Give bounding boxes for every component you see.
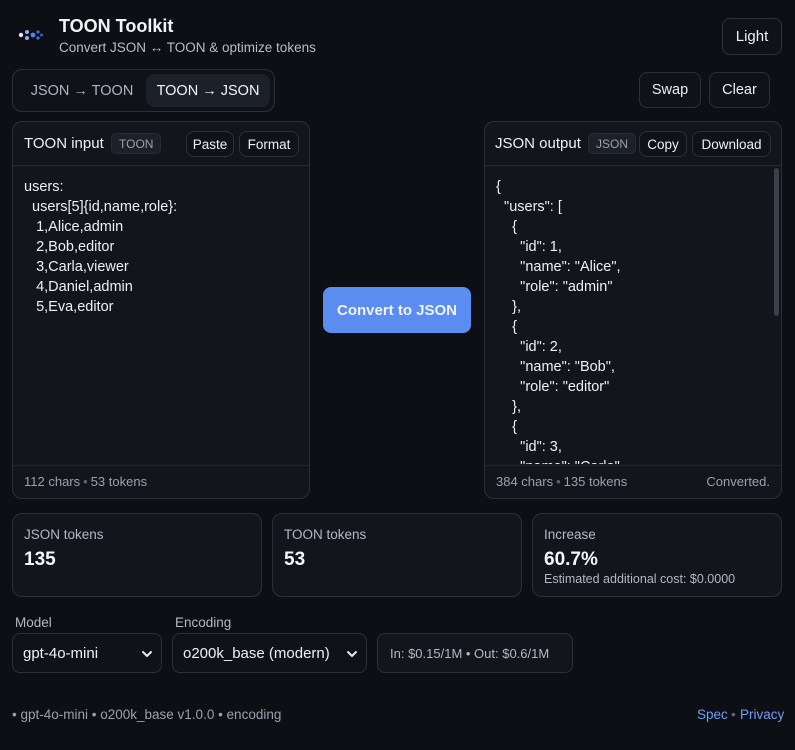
input-stats: 112 chars • 53 tokens [24,474,147,489]
json-tokens-value: 135 [24,549,56,570]
toon-tokens-card: TOON tokens 53 [272,513,522,597]
input-char-count: 112 chars [24,474,81,489]
separator-dot: • [83,474,88,489]
theme-toggle-button[interactable]: Light [722,18,782,55]
swap-button[interactable]: Swap [639,72,701,108]
output-char-count: 384 chars [496,474,554,489]
tab-json-to-toon[interactable]: JSON → TOON [17,74,147,107]
conversion-status: Converted. [706,474,770,489]
copy-button[interactable]: Copy [639,131,687,157]
output-panel-footer: 384 chars • 135 tokens Converted. [485,465,781,498]
paste-button[interactable]: Paste [186,131,234,157]
mode-tabs: JSON → TOON TOON → JSON [12,69,275,112]
spec-link[interactable]: Spec [697,707,728,722]
model-select[interactable]: gpt-4o-mini [12,633,162,673]
toon-logo-icon [16,24,44,46]
clear-button[interactable]: Clear [709,72,770,108]
input-panel-title: TOON input [24,135,104,152]
footer-info: • gpt-4o-mini • o200k_base v1.0.0 • enco… [12,707,282,722]
estimated-cost-note: Estimated additional cost: $0.0000 [544,572,736,586]
json-tokens-label: JSON tokens [24,527,104,542]
convert-button[interactable]: Convert to JSON [323,287,471,333]
json-tokens-card: JSON tokens 135 [12,513,262,597]
input-format-badge: TOON [111,133,162,154]
input-panel-header: TOON input TOON Paste Format [13,122,309,166]
model-select-value: gpt-4o-mini [23,645,99,662]
output-panel-header: JSON output JSON Copy Download [485,122,781,166]
tab-toon-to-json[interactable]: TOON → JSON [146,74,270,107]
increase-value: 60.7% [544,549,598,570]
toon-input-panel: TOON input TOON Paste Format users: user… [12,121,310,499]
encoding-label: Encoding [175,615,232,630]
privacy-link[interactable]: Privacy [740,707,784,722]
output-scrollbar[interactable] [774,168,779,316]
output-token-count: 135 tokens [563,474,628,489]
app-title: TOON Toolkit [59,16,174,36]
separator-dot: • [556,474,561,489]
encoding-select-value: o200k_base (modern) [183,645,330,662]
input-token-count: 53 tokens [90,474,148,489]
output-panel-title: JSON output [495,135,581,152]
increase-label: Increase [544,527,596,542]
output-format-badge: JSON [588,133,637,154]
toon-tokens-value: 53 [284,549,306,570]
app-subtitle: Convert JSON ↔ TOON & optimize tokens [59,40,316,55]
input-panel-footer: 112 chars • 53 tokens [13,465,309,498]
toon-tokens-label: TOON tokens [284,527,367,542]
json-output-panel: JSON output JSON Copy Download { "users"… [484,121,782,499]
model-label: Model [15,615,52,630]
format-button[interactable]: Format [239,131,299,157]
chevron-down-icon [347,651,357,657]
pricing-info: In: $0.15/1M • Out: $0.6/1M [377,633,573,673]
increase-card: Increase 60.7% Estimated additional cost… [532,513,782,597]
download-button[interactable]: Download [692,131,771,157]
encoding-select[interactable]: o200k_base (modern) [172,633,367,673]
output-stats: 384 chars • 135 tokens [496,474,627,489]
footer-separator: • [731,707,736,722]
toon-input-textarea[interactable]: users: users[5]{id,name,role}: 1,Alice,a… [13,167,309,464]
chevron-down-icon [142,651,152,657]
json-output-textarea[interactable]: { "users": [ { "id": 1, "name": "Alice",… [485,167,781,464]
